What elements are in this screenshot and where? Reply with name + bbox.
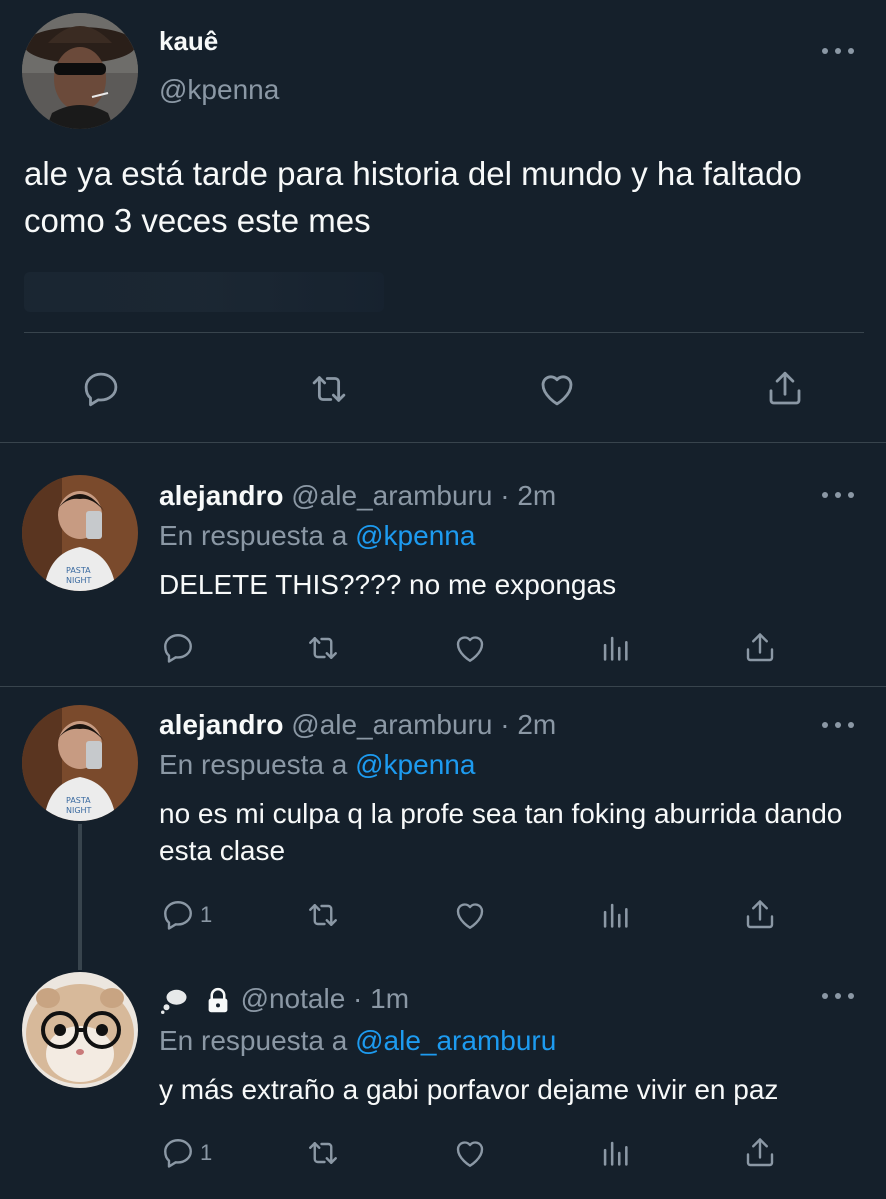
like-button[interactable]: [451, 630, 489, 666]
analytics-icon: [603, 636, 628, 661]
mention-link[interactable]: @ale_aramburu: [355, 1025, 556, 1056]
share-button[interactable]: [742, 1135, 778, 1171]
share-icon: [746, 900, 774, 929]
share-icon: [746, 633, 774, 662]
reply-prefix: En respuesta a: [159, 520, 356, 551]
reply-count: 1: [200, 1140, 213, 1165]
tweet-text: DELETE THIS???? no me expongas: [159, 569, 617, 600]
display-name[interactable]: alejandro: [159, 709, 283, 740]
share-icon: [746, 1138, 774, 1167]
user-handle[interactable]: @ale_aramburu · 2m: [291, 709, 556, 740]
reply-prefix: En respuesta a: [159, 1025, 356, 1056]
more-icon[interactable]: [822, 46, 854, 56]
share-button[interactable]: [742, 630, 778, 666]
svg-text:PASTA: PASTA: [66, 566, 91, 575]
more-icon[interactable]: [822, 720, 854, 730]
reply-icon: [164, 901, 192, 930]
reply-prefix: En respuesta a: [159, 749, 356, 780]
reply-context: En respuesta a @kpenna: [159, 520, 475, 552]
like-icon: [456, 636, 484, 662]
reply-button[interactable]: [160, 630, 200, 666]
reply-button[interactable]: [80, 368, 122, 410]
more-icon[interactable]: [822, 991, 854, 1001]
reply-header: alejandro @ale_aramburu · 2m: [159, 480, 556, 512]
analytics-icon: [603, 903, 628, 928]
main-tweet: kauê @kpenna ale ya está tarde para hist…: [0, 0, 886, 443]
analytics-button[interactable]: [598, 630, 632, 666]
retweet-button[interactable]: [303, 1135, 343, 1171]
svg-text:NIGHT: NIGHT: [66, 576, 92, 585]
analytics-icon: [603, 1141, 628, 1166]
mention-link[interactable]: @kpenna: [355, 520, 475, 551]
share-icon: [769, 371, 801, 405]
reply-button[interactable]: 1: [160, 897, 212, 933]
divider: [24, 332, 864, 333]
tweet-text: ale ya está tarde para historia del mund…: [24, 155, 802, 239]
retweet-button[interactable]: [303, 630, 343, 666]
avatar[interactable]: PASTA NIGHT: [22, 705, 138, 821]
reply-icon: [84, 372, 118, 407]
share-button[interactable]: [764, 368, 806, 410]
retweet-icon: [309, 904, 337, 926]
retweet-icon: [309, 637, 337, 659]
like-button[interactable]: [535, 368, 579, 410]
reply-icon: [164, 634, 192, 663]
like-button[interactable]: [451, 897, 489, 933]
retweet-icon: [309, 1142, 337, 1164]
mention-link[interactable]: @kpenna: [355, 749, 475, 780]
analytics-button[interactable]: [598, 897, 632, 933]
lock-icon: [203, 986, 233, 1016]
reply-header: alejandro @ale_aramburu · 2m: [159, 709, 556, 741]
reply-tweet[interactable]: @notale · 1m En respuesta a @ale_arambur…: [0, 957, 886, 1199]
like-icon: [456, 903, 484, 929]
analytics-button[interactable]: [598, 1135, 632, 1171]
user-handle[interactable]: @ale_aramburu · 2m: [291, 480, 556, 511]
avatar[interactable]: [22, 13, 138, 129]
reply-icon: [164, 1139, 192, 1168]
avatar[interactable]: PASTA NIGHT: [22, 475, 138, 591]
svg-text:PASTA: PASTA: [66, 796, 91, 805]
reply-context: En respuesta a @ale_aramburu: [159, 1025, 556, 1057]
tweet-text: y más extraño a gabi porfavor dejame viv…: [159, 1074, 779, 1105]
reply-button[interactable]: 1: [160, 1135, 212, 1171]
like-icon: [456, 1141, 484, 1167]
retweet-button[interactable]: [303, 897, 343, 933]
like-icon: [541, 375, 573, 406]
display-name[interactable]: alejandro: [159, 480, 283, 511]
user-handle[interactable]: @kpenna: [159, 74, 279, 106]
reply-tweet[interactable]: PASTA NIGHT alejandro @ale_aramburu · 2m…: [0, 444, 886, 686]
svg-text:NIGHT: NIGHT: [66, 806, 92, 815]
avatar[interactable]: [22, 972, 138, 1088]
tweet-text: no es mi culpa q la profe sea tan foking…: [159, 798, 843, 866]
thought-bubble-icon: [159, 986, 189, 1016]
retweet-icon: [312, 376, 346, 402]
reply-tweet[interactable]: PASTA NIGHT alejandro @ale_aramburu · 2m…: [0, 687, 886, 957]
blurred-area: [24, 272, 384, 312]
tweet-thread: kauê @kpenna ale ya está tarde para hist…: [0, 0, 886, 1199]
share-button[interactable]: [742, 897, 778, 933]
more-icon[interactable]: [822, 490, 854, 500]
display-name[interactable]: kauê: [159, 26, 218, 57]
reply-count: 1: [200, 902, 213, 927]
reply-header: @notale · 1m: [159, 983, 409, 1016]
user-handle[interactable]: @notale · 1m: [241, 983, 410, 1014]
like-button[interactable]: [451, 1135, 489, 1171]
retweet-button[interactable]: [306, 368, 352, 410]
reply-context: En respuesta a @kpenna: [159, 749, 475, 781]
